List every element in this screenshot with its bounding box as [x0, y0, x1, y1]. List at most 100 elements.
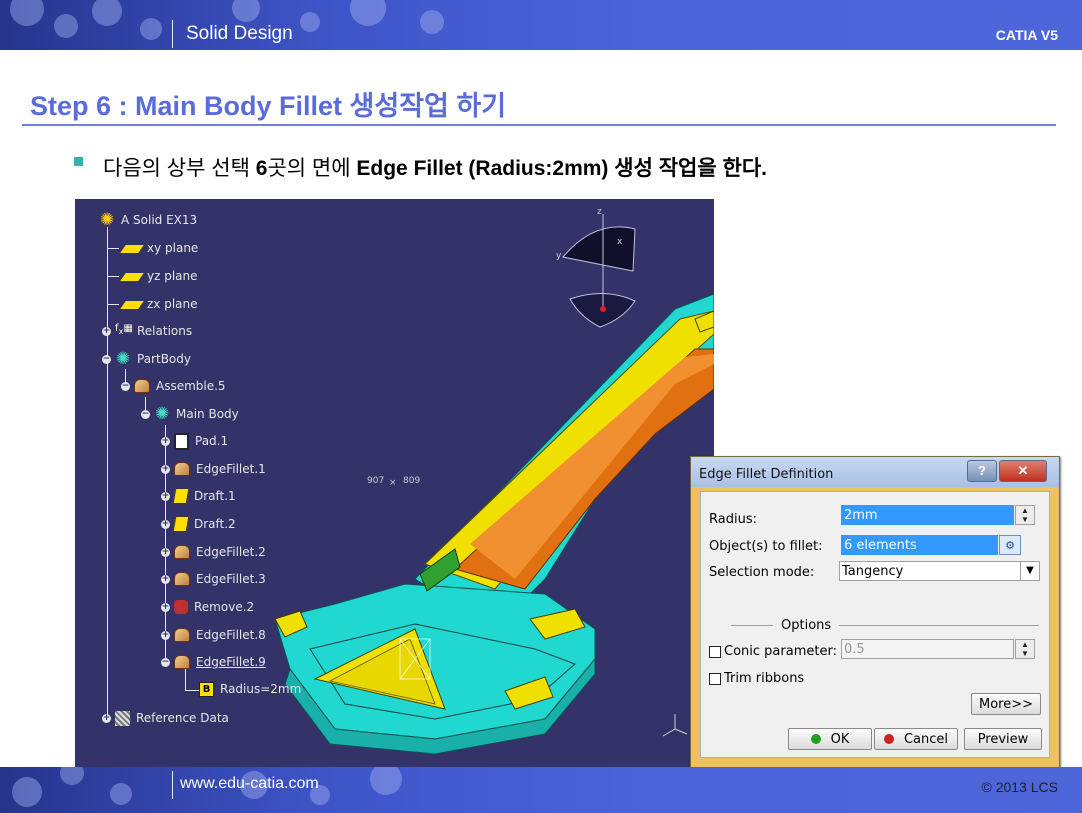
selection-mode-label: Selection mode:: [709, 565, 815, 580]
tree-item-label: xy plane: [147, 241, 199, 255]
compass-widget[interactable]: [562, 214, 636, 328]
radius-spinner[interactable]: ▲ ▼: [1015, 505, 1035, 525]
catia-viewport[interactable]: z x y 907 × 809 ✺ A Solid EX13 xy plane …: [75, 199, 714, 767]
tree-item-label: Reference Data: [136, 711, 229, 725]
collapse-icon[interactable]: −: [121, 381, 130, 391]
preview-button[interactable]: Preview: [964, 728, 1042, 750]
cancel-button[interactable]: Cancel: [874, 728, 958, 750]
cursor-coord-sep: ×: [389, 478, 397, 488]
tree-item-label: EdgeFillet.2: [196, 545, 266, 559]
edit-list-icon[interactable]: ⚙: [999, 535, 1021, 555]
collapse-icon[interactable]: −: [141, 409, 150, 419]
expand-icon[interactable]: +: [161, 491, 170, 501]
tree-item-main-body[interactable]: − ✺ Main Body: [141, 404, 239, 424]
cancel-icon: [883, 734, 894, 744]
tree-item-label: PartBody: [137, 352, 191, 366]
plane-icon: [120, 301, 144, 309]
collapse-icon[interactable]: −: [161, 657, 170, 667]
tree-item-zx-plane[interactable]: zx plane: [107, 294, 198, 314]
expand-icon[interactable]: +: [102, 713, 111, 723]
plane-icon: [120, 245, 144, 253]
tree-item-edgefillet-8[interactable]: + EdgeFillet.8: [161, 625, 266, 645]
dialog-body: Radius: 2mm ▲ ▼ Object(s) to fillet: 6 el…: [700, 491, 1050, 758]
fillet-icon: [174, 572, 190, 586]
conic-checkbox[interactable]: [709, 646, 721, 658]
title-divider: [22, 124, 1056, 126]
plane-icon: [120, 273, 144, 281]
tree-item-label: Draft.2: [194, 517, 236, 531]
tree-item-label: Remove.2: [194, 600, 255, 614]
tree-item-edgefillet-3[interactable]: + EdgeFillet.3: [161, 569, 266, 589]
objects-label: Object(s) to fillet:: [709, 539, 823, 554]
header-separator: [172, 20, 173, 48]
ok-icon: [810, 734, 821, 744]
ok-button[interactable]: OK: [788, 728, 872, 750]
body-icon: ✺: [154, 404, 170, 424]
trim-ribbons-label: Trim ribbons: [724, 671, 805, 686]
tree-root[interactable]: ✺ A Solid EX13: [99, 210, 197, 230]
chevron-down-icon[interactable]: ▼: [1020, 561, 1039, 581]
expand-icon[interactable]: +: [161, 574, 170, 584]
tree-item-draft-1[interactable]: + Draft.1: [161, 486, 236, 506]
compass-z-label: z: [597, 207, 602, 217]
fillet-icon: [174, 545, 190, 559]
tree-item-draft-2[interactable]: + Draft.2: [161, 514, 236, 534]
selection-mode-select[interactable]: Tangency ▼: [839, 561, 1040, 581]
pad-icon: [174, 432, 189, 450]
tree-item-label: Pad.1: [195, 434, 229, 448]
tree-item-assemble[interactable]: − Assemble.5: [121, 376, 226, 396]
product-name: CATIA V5: [995, 27, 1058, 43]
tree-root-label: A Solid EX13: [121, 213, 198, 227]
tree-item-label: Relations: [137, 324, 193, 338]
tree-item-yz-plane[interactable]: yz plane: [107, 266, 198, 286]
collapse-icon[interactable]: −: [102, 354, 111, 364]
conic-label: Conic parameter:: [724, 644, 837, 659]
radius-input[interactable]: 2mm: [841, 505, 1014, 525]
axis-glyph: [662, 714, 688, 737]
close-button[interactable]: ✕: [999, 460, 1047, 482]
options-rule-left: [731, 625, 773, 626]
ok-label: OK: [830, 732, 850, 747]
selection-mode-value: Tangency: [842, 564, 904, 579]
instruction-part: 생성 작업을 한다.: [608, 157, 767, 180]
more-button[interactable]: More>>: [971, 693, 1041, 715]
instruction-count: 6: [255, 157, 268, 180]
options-heading: Options: [781, 618, 832, 633]
tree-item-pad[interactable]: + Pad.1: [161, 431, 228, 451]
objects-field[interactable]: 6 elements: [841, 535, 998, 555]
expand-icon[interactable]: +: [161, 436, 170, 446]
dialog-titlebar[interactable]: Edge Fillet Definition ? ✕: [691, 457, 1059, 487]
expand-icon[interactable]: +: [161, 464, 170, 474]
website-link[interactable]: www.edu-catia.com: [180, 775, 319, 793]
tree-item-label: Main Body: [176, 407, 239, 421]
expand-icon[interactable]: +: [161, 602, 170, 612]
expand-icon[interactable]: +: [161, 630, 170, 640]
expand-icon[interactable]: +: [161, 519, 170, 529]
body-icon: ✺: [115, 349, 131, 369]
tree-item-reference-data[interactable]: + Reference Data: [102, 708, 229, 728]
tree-item-remove-2[interactable]: + Remove.2: [161, 597, 254, 617]
tree-item-radius[interactable]: B Radius=2mm: [199, 679, 301, 699]
help-button[interactable]: ?: [967, 460, 997, 482]
tree-item-edgefillet-2[interactable]: + EdgeFillet.2: [161, 542, 266, 562]
tree-item-xy-plane[interactable]: xy plane: [107, 238, 198, 258]
page-title: Step 6 : Main Body Fillet 생성작업 하기: [30, 91, 507, 121]
conic-input[interactable]: 0.5: [841, 639, 1014, 659]
compass-y-label: y: [556, 251, 562, 261]
trim-ribbons-checkbox[interactable]: [709, 673, 721, 685]
tree-item-relations[interactable]: + fx▦ Relations: [102, 321, 192, 341]
expand-icon[interactable]: +: [102, 326, 111, 336]
tree-item-partbody[interactable]: − ✺ PartBody: [102, 349, 191, 369]
tree-item-edgefillet-1[interactable]: + EdgeFillet.1: [161, 459, 266, 479]
remove-icon: [174, 600, 188, 614]
conic-spinner[interactable]: ▲ ▼: [1015, 639, 1035, 659]
tree-item-label: Radius=2mm: [220, 682, 302, 696]
tree-item-label: EdgeFillet.9: [196, 655, 266, 669]
footer-band: www.edu-catia.com © 2013 LCS: [0, 767, 1082, 813]
parameter-icon: B: [199, 681, 214, 697]
expand-icon[interactable]: +: [161, 547, 170, 557]
instruction-part: 다음의 상부 선택: [103, 157, 256, 180]
specification-tree: ✺ A Solid EX13 xy plane yz plane zx plan…: [75, 199, 375, 767]
instruction-text: 다음의 상부 선택 6곳의 면에 Edge Fillet (Radius:2mm…: [103, 152, 767, 182]
tree-item-edgefillet-9[interactable]: − EdgeFillet.9: [161, 652, 266, 672]
